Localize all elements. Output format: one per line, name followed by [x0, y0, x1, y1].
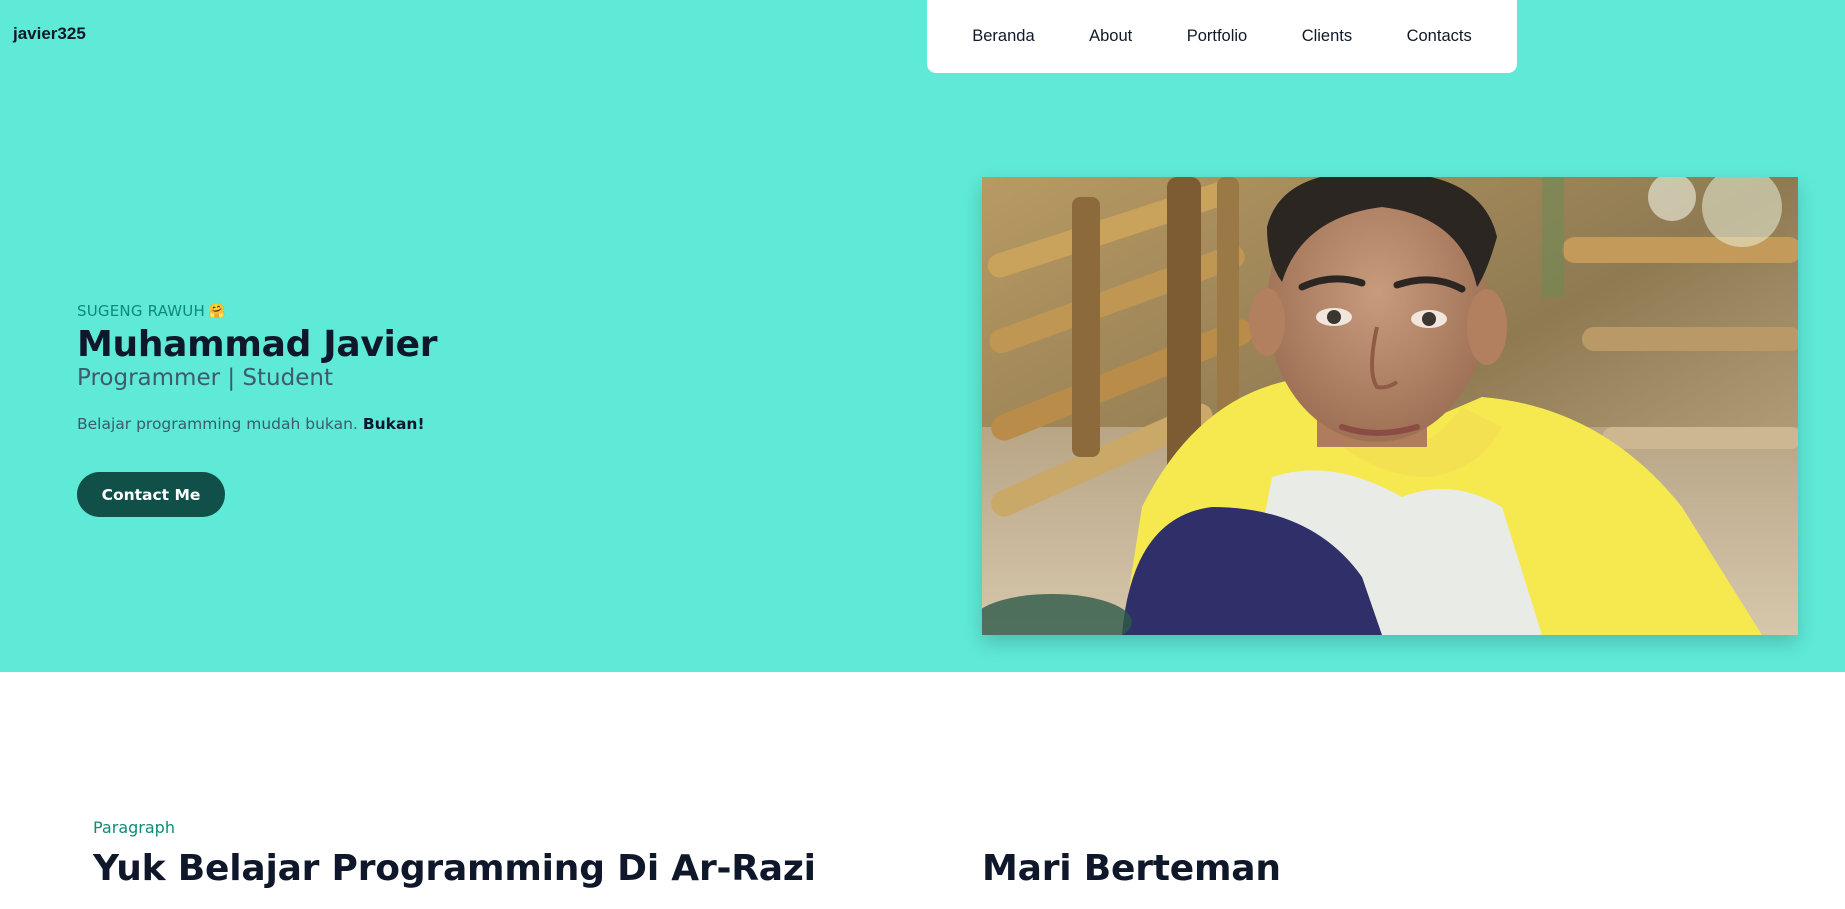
contact-me-button[interactable]: Contact Me	[77, 472, 225, 517]
hero-tagline: Belajar programming mudah bukan. Bukan!	[77, 415, 777, 433]
intro-section: Paragraph Yuk Belajar Programming Di Ar-…	[0, 672, 1845, 909]
nav-link-contacts[interactable]: Contacts	[1403, 21, 1476, 52]
section-heading-left: Yuk Belajar Programming Di Ar-Razi	[93, 848, 816, 889]
section-eyebrow: Paragraph	[93, 818, 175, 837]
tagline-emphasis: Bukan!	[362, 415, 425, 433]
tagline-text: Belajar programming mudah bukan.	[77, 415, 358, 433]
greeting-text: SUGENG RAWUH	[77, 302, 205, 320]
nav-link-portfolio[interactable]: Portfolio	[1183, 21, 1252, 52]
profile-photo-image	[982, 177, 1798, 635]
greeting: SUGENG RAWUH 🤗	[77, 302, 777, 320]
nav-link-beranda[interactable]: Beranda	[968, 21, 1038, 52]
hero-text: SUGENG RAWUH 🤗 Muhammad Javier Programme…	[77, 302, 777, 517]
section-heading-right: Mari Berteman	[982, 848, 1281, 889]
nav-link-about[interactable]: About	[1085, 21, 1136, 52]
hero-section: javier325 Beranda About Portfolio Client…	[0, 0, 1845, 672]
hero-name: Muhammad Javier	[77, 324, 438, 365]
brand-logo[interactable]: javier325	[13, 24, 86, 44]
hugging-face-emoji-icon: 🤗	[207, 303, 226, 319]
nav-link-clients[interactable]: Clients	[1298, 21, 1356, 52]
profile-photo	[982, 177, 1798, 635]
top-nav: Beranda About Portfolio Clients Contacts	[927, 0, 1517, 73]
hero-role: Programmer | Student	[77, 365, 333, 391]
